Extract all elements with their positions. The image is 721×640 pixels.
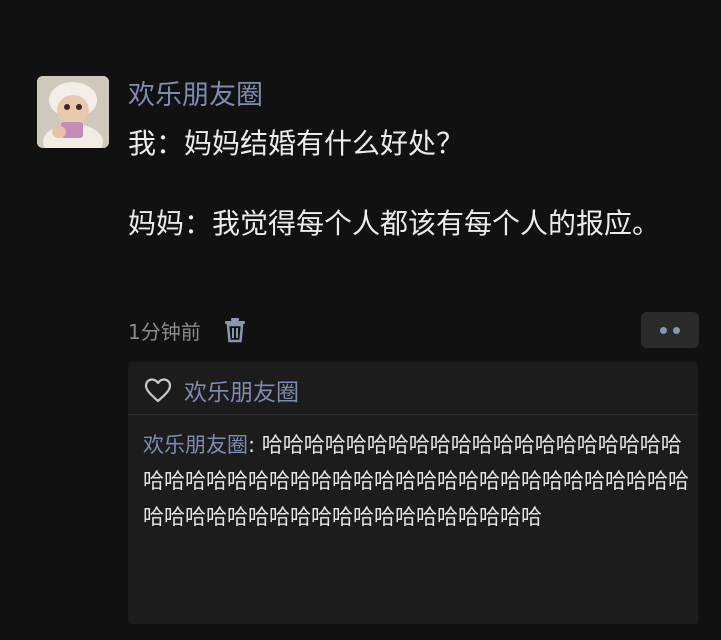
post-text-line: 妈妈：我觉得每个人都该有每个人的报应。 xyxy=(128,207,661,240)
more-options-button[interactable] xyxy=(641,312,699,348)
avatar[interactable] xyxy=(37,76,109,148)
post-time: 1分钟前 xyxy=(128,319,201,344)
post-text-line: 我：妈妈结婚有什么好处？ xyxy=(128,127,465,160)
comment[interactable]: 欢乐朋友圈: 哈哈哈哈哈哈哈哈哈哈哈哈哈哈哈哈哈哈哈哈哈哈哈哈哈哈哈哈哈哈哈哈哈… xyxy=(143,427,697,535)
trash-icon[interactable] xyxy=(223,317,247,343)
more-dots-icon xyxy=(660,326,667,334)
post-meta: 1分钟前 xyxy=(128,314,247,346)
likes-comments-panel: 欢乐朋友圈 欢乐朋友圈: 哈哈哈哈哈哈哈哈哈哈哈哈哈哈哈哈哈哈哈哈哈哈哈哈哈哈哈… xyxy=(128,362,698,624)
liker-name[interactable]: 欢乐朋友圈 xyxy=(184,373,299,407)
divider xyxy=(128,414,698,415)
baby-avatar-image xyxy=(37,76,109,148)
comment-author[interactable]: 欢乐朋友圈 xyxy=(143,433,248,457)
poster-name[interactable]: 欢乐朋友圈 xyxy=(128,78,263,114)
comment-separator: : xyxy=(248,433,262,457)
heart-icon xyxy=(144,378,172,403)
post-body: 我：妈妈结婚有什么好处？ 妈妈：我觉得每个人都该有每个人的报应。 xyxy=(128,124,688,244)
more-dots-icon xyxy=(673,326,680,334)
likes-row: 欢乐朋友圈 xyxy=(144,372,299,408)
